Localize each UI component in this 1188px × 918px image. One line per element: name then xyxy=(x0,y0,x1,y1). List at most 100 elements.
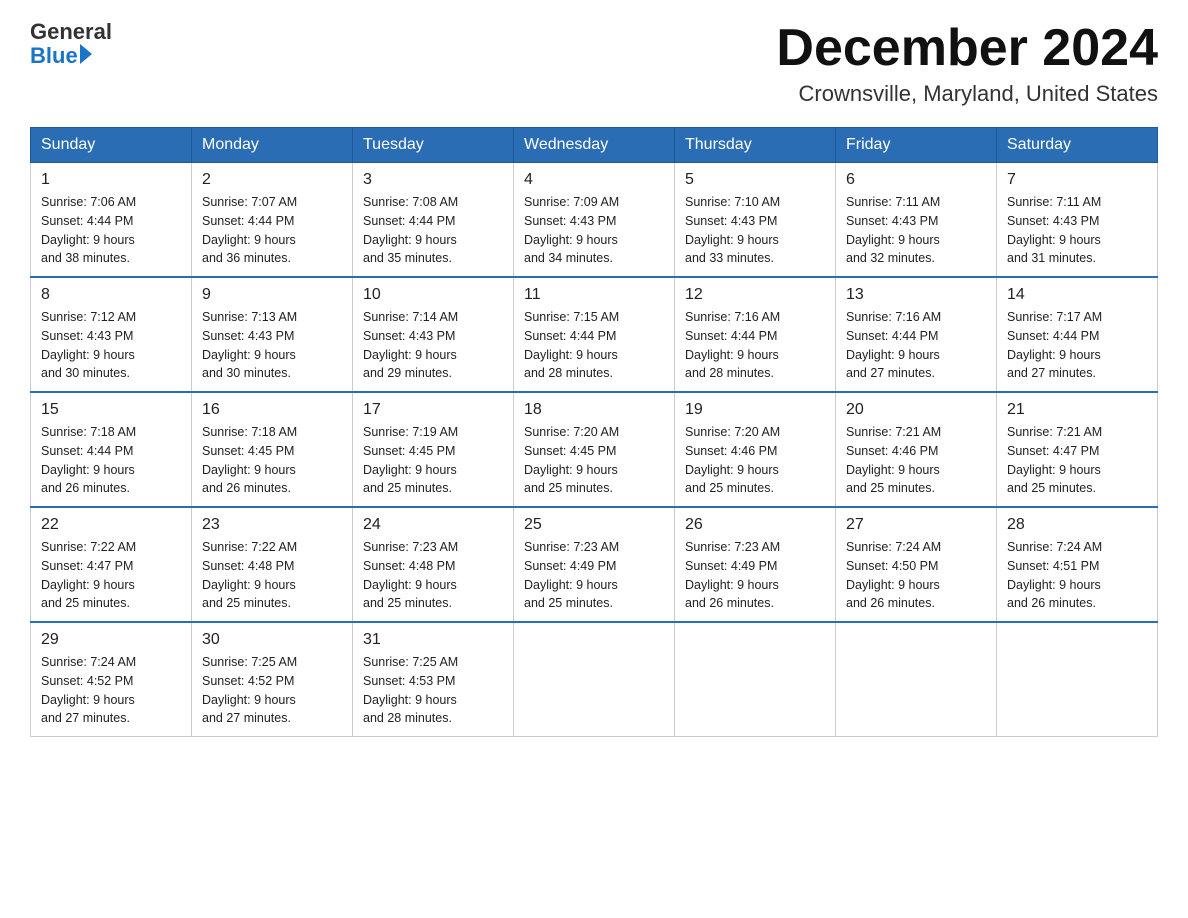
weekday-header-friday: Friday xyxy=(836,128,997,163)
sunset-label: Sunset: 4:53 PM xyxy=(363,674,455,688)
day-number: 26 xyxy=(685,516,825,534)
sunset-label: Sunset: 4:44 PM xyxy=(202,214,294,228)
sunrise-label: Sunrise: 7:18 AM xyxy=(202,425,297,439)
day-info: Sunrise: 7:07 AM Sunset: 4:44 PM Dayligh… xyxy=(202,193,342,268)
sunset-label: Sunset: 4:44 PM xyxy=(363,214,455,228)
day-info: Sunrise: 7:18 AM Sunset: 4:44 PM Dayligh… xyxy=(41,423,181,498)
day-info: Sunrise: 7:06 AM Sunset: 4:44 PM Dayligh… xyxy=(41,193,181,268)
day-number: 19 xyxy=(685,401,825,419)
calendar-day-cell: 4 Sunrise: 7:09 AM Sunset: 4:43 PM Dayli… xyxy=(514,163,675,278)
sunset-label: Sunset: 4:43 PM xyxy=(41,329,133,343)
calendar-day-cell xyxy=(997,622,1158,737)
day-info: Sunrise: 7:23 AM Sunset: 4:49 PM Dayligh… xyxy=(524,538,664,613)
daylight-label: Daylight: 9 hours xyxy=(685,463,779,477)
day-info: Sunrise: 7:15 AM Sunset: 4:44 PM Dayligh… xyxy=(524,308,664,383)
calendar-day-cell: 14 Sunrise: 7:17 AM Sunset: 4:44 PM Dayl… xyxy=(997,277,1158,392)
sunset-label: Sunset: 4:44 PM xyxy=(41,444,133,458)
day-number: 25 xyxy=(524,516,664,534)
sunrise-label: Sunrise: 7:08 AM xyxy=(363,195,458,209)
daylight-minutes: and 25 minutes. xyxy=(524,481,613,495)
day-number: 8 xyxy=(41,286,181,304)
day-number: 10 xyxy=(363,286,503,304)
weekday-header-wednesday: Wednesday xyxy=(514,128,675,163)
sunset-label: Sunset: 4:47 PM xyxy=(1007,444,1099,458)
calendar-day-cell: 5 Sunrise: 7:10 AM Sunset: 4:43 PM Dayli… xyxy=(675,163,836,278)
daylight-minutes: and 25 minutes. xyxy=(524,596,613,610)
calendar-day-cell: 23 Sunrise: 7:22 AM Sunset: 4:48 PM Dayl… xyxy=(192,507,353,622)
calendar-day-cell: 26 Sunrise: 7:23 AM Sunset: 4:49 PM Dayl… xyxy=(675,507,836,622)
calendar-table: SundayMondayTuesdayWednesdayThursdayFrid… xyxy=(30,127,1158,737)
sunset-label: Sunset: 4:45 PM xyxy=(363,444,455,458)
sunrise-label: Sunrise: 7:12 AM xyxy=(41,310,136,324)
day-info: Sunrise: 7:23 AM Sunset: 4:48 PM Dayligh… xyxy=(363,538,503,613)
logo-arrow-icon xyxy=(80,44,92,64)
daylight-label: Daylight: 9 hours xyxy=(41,578,135,592)
daylight-minutes: and 28 minutes. xyxy=(363,711,452,725)
day-info: Sunrise: 7:20 AM Sunset: 4:45 PM Dayligh… xyxy=(524,423,664,498)
day-info: Sunrise: 7:12 AM Sunset: 4:43 PM Dayligh… xyxy=(41,308,181,383)
day-info: Sunrise: 7:11 AM Sunset: 4:43 PM Dayligh… xyxy=(1007,193,1147,268)
day-number: 31 xyxy=(363,631,503,649)
sunset-label: Sunset: 4:43 PM xyxy=(202,329,294,343)
sunrise-label: Sunrise: 7:24 AM xyxy=(846,540,941,554)
calendar-day-cell: 13 Sunrise: 7:16 AM Sunset: 4:44 PM Dayl… xyxy=(836,277,997,392)
daylight-label: Daylight: 9 hours xyxy=(524,578,618,592)
sunrise-label: Sunrise: 7:11 AM xyxy=(846,195,940,209)
sunrise-label: Sunrise: 7:16 AM xyxy=(685,310,780,324)
daylight-label: Daylight: 9 hours xyxy=(41,463,135,477)
calendar-day-cell: 6 Sunrise: 7:11 AM Sunset: 4:43 PM Dayli… xyxy=(836,163,997,278)
sunrise-label: Sunrise: 7:25 AM xyxy=(363,655,458,669)
day-info: Sunrise: 7:18 AM Sunset: 4:45 PM Dayligh… xyxy=(202,423,342,498)
daylight-label: Daylight: 9 hours xyxy=(1007,233,1101,247)
daylight-minutes: and 26 minutes. xyxy=(202,481,291,495)
calendar-day-cell: 8 Sunrise: 7:12 AM Sunset: 4:43 PM Dayli… xyxy=(31,277,192,392)
sunset-label: Sunset: 4:43 PM xyxy=(363,329,455,343)
day-info: Sunrise: 7:08 AM Sunset: 4:44 PM Dayligh… xyxy=(363,193,503,268)
daylight-minutes: and 27 minutes. xyxy=(41,711,130,725)
day-info: Sunrise: 7:22 AM Sunset: 4:48 PM Dayligh… xyxy=(202,538,342,613)
calendar-day-cell: 28 Sunrise: 7:24 AM Sunset: 4:51 PM Dayl… xyxy=(997,507,1158,622)
daylight-minutes: and 25 minutes. xyxy=(363,596,452,610)
sunset-label: Sunset: 4:52 PM xyxy=(202,674,294,688)
logo-text-general: General xyxy=(30,20,112,44)
day-number: 11 xyxy=(524,286,664,304)
calendar-day-cell: 19 Sunrise: 7:20 AM Sunset: 4:46 PM Dayl… xyxy=(675,392,836,507)
sunrise-label: Sunrise: 7:23 AM xyxy=(685,540,780,554)
calendar-day-cell: 10 Sunrise: 7:14 AM Sunset: 4:43 PM Dayl… xyxy=(353,277,514,392)
sunrise-label: Sunrise: 7:14 AM xyxy=(363,310,458,324)
calendar-day-cell: 22 Sunrise: 7:22 AM Sunset: 4:47 PM Dayl… xyxy=(31,507,192,622)
sunset-label: Sunset: 4:52 PM xyxy=(41,674,133,688)
sunset-label: Sunset: 4:43 PM xyxy=(685,214,777,228)
daylight-minutes: and 26 minutes. xyxy=(685,596,774,610)
sunrise-label: Sunrise: 7:13 AM xyxy=(202,310,297,324)
sunset-label: Sunset: 4:45 PM xyxy=(524,444,616,458)
calendar-day-cell xyxy=(836,622,997,737)
daylight-label: Daylight: 9 hours xyxy=(846,233,940,247)
title-block: December 2024 Crownsville, Maryland, Uni… xyxy=(776,20,1158,107)
weekday-header-sunday: Sunday xyxy=(31,128,192,163)
daylight-label: Daylight: 9 hours xyxy=(685,348,779,362)
daylight-minutes: and 28 minutes. xyxy=(685,366,774,380)
daylight-minutes: and 27 minutes. xyxy=(202,711,291,725)
day-number: 27 xyxy=(846,516,986,534)
daylight-minutes: and 30 minutes. xyxy=(41,366,130,380)
daylight-minutes: and 25 minutes. xyxy=(685,481,774,495)
day-number: 28 xyxy=(1007,516,1147,534)
daylight-minutes: and 25 minutes. xyxy=(41,596,130,610)
calendar-day-cell: 17 Sunrise: 7:19 AM Sunset: 4:45 PM Dayl… xyxy=(353,392,514,507)
calendar-day-cell: 21 Sunrise: 7:21 AM Sunset: 4:47 PM Dayl… xyxy=(997,392,1158,507)
daylight-label: Daylight: 9 hours xyxy=(202,233,296,247)
day-number: 20 xyxy=(846,401,986,419)
calendar-day-cell: 1 Sunrise: 7:06 AM Sunset: 4:44 PM Dayli… xyxy=(31,163,192,278)
day-info: Sunrise: 7:24 AM Sunset: 4:50 PM Dayligh… xyxy=(846,538,986,613)
sunset-label: Sunset: 4:43 PM xyxy=(524,214,616,228)
weekday-header-saturday: Saturday xyxy=(997,128,1158,163)
calendar-day-cell xyxy=(514,622,675,737)
calendar-day-cell xyxy=(675,622,836,737)
location-subtitle: Crownsville, Maryland, United States xyxy=(776,81,1158,107)
daylight-minutes: and 26 minutes. xyxy=(1007,596,1096,610)
calendar-day-cell: 12 Sunrise: 7:16 AM Sunset: 4:44 PM Dayl… xyxy=(675,277,836,392)
daylight-minutes: and 28 minutes. xyxy=(524,366,613,380)
day-info: Sunrise: 7:10 AM Sunset: 4:43 PM Dayligh… xyxy=(685,193,825,268)
daylight-label: Daylight: 9 hours xyxy=(41,348,135,362)
